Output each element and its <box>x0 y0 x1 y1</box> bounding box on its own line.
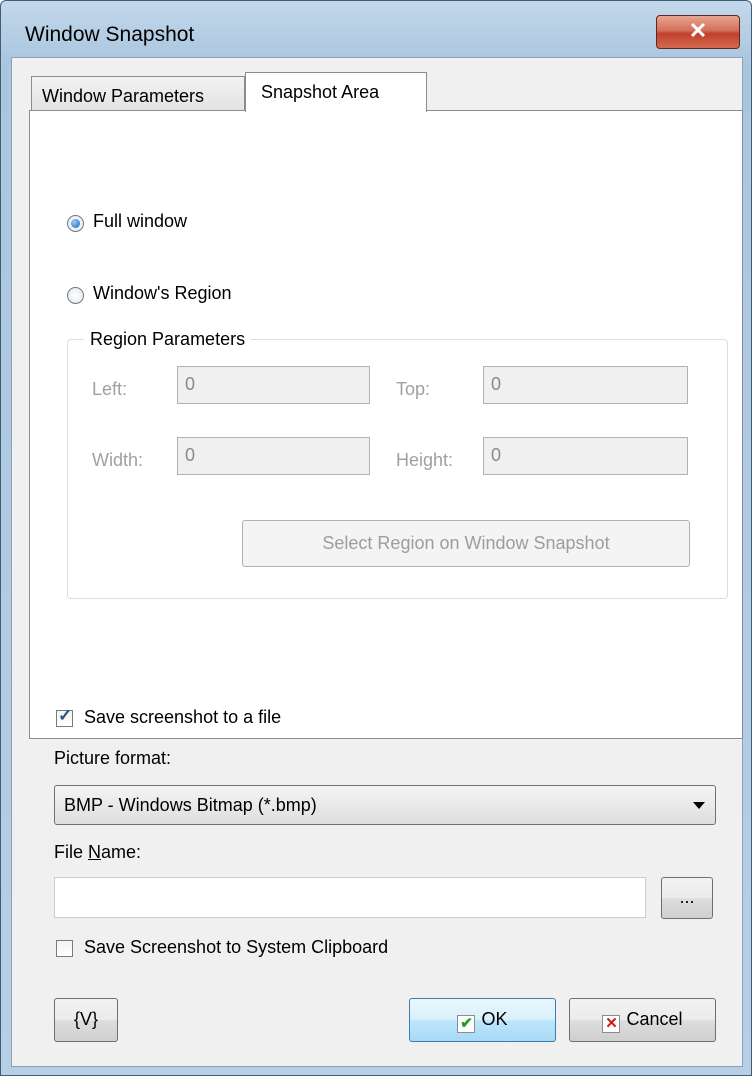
picture-format-label: Picture format: <box>54 748 172 768</box>
height-field[interactable]: 0 <box>483 437 688 475</box>
file-name-input[interactable] <box>54 877 646 918</box>
top-field[interactable]: 0 <box>483 366 688 404</box>
left-label: Left: <box>92 379 128 399</box>
width-field[interactable]: 0 <box>177 437 370 475</box>
select-region-button[interactable]: Select Region on Window Snapshot <box>242 520 690 567</box>
width-label: Width: <box>92 450 144 470</box>
tab-snapshot-area[interactable]: Snapshot Area <box>245 72 427 112</box>
full-window-label[interactable]: Full window <box>93 211 187 232</box>
region-parameters-title: Region Parameters <box>84 329 252 350</box>
cancel-button[interactable]: ✕ Cancel <box>569 998 716 1042</box>
tab-window-parameters[interactable]: Window Parameters <box>31 76 245 110</box>
snapshot-area-panel: Full window Window's Region Region Param… <box>29 110 743 739</box>
cancel-x-icon: ✕ <box>602 1015 621 1033</box>
close-button[interactable]: ✕ <box>656 15 740 49</box>
picture-format-value: BMP - Windows Bitmap (*.bmp) <box>64 795 317 815</box>
ok-label: OK <box>481 1009 508 1029</box>
close-icon: ✕ <box>688 18 708 43</box>
dropdown-arrow-icon <box>693 802 705 809</box>
top-label: Top: <box>396 379 431 399</box>
save-to-file-checkbox[interactable]: ✓ <box>56 706 73 727</box>
height-label: Height: <box>396 450 454 470</box>
save-to-file-label[interactable]: Save screenshot to a file <box>84 707 281 728</box>
left-field[interactable]: 0 <box>177 366 370 404</box>
window-title: Window Snapshot <box>25 23 195 46</box>
cancel-label: Cancel <box>626 1009 683 1029</box>
file-name-label: File Name: <box>54 842 142 862</box>
dialog-window: Window Snapshot ✕ Window Parameters Snap… <box>0 0 752 1076</box>
ok-button[interactable]: ✔ OK <box>409 998 556 1042</box>
window-region-radio[interactable] <box>67 287 84 304</box>
picture-format-select[interactable]: BMP - Windows Bitmap (*.bmp) <box>54 785 716 825</box>
clipboard-checkbox[interactable] <box>56 940 73 957</box>
variables-button[interactable]: {V} <box>54 998 118 1042</box>
checkmark-icon: ✔ <box>457 1015 476 1033</box>
browse-button[interactable]: ... <box>661 877 713 919</box>
clipboard-label[interactable]: Save Screenshot to System Clipboard <box>84 937 388 958</box>
dialog-client-area: Window Parameters Snapshot Area Full win… <box>11 57 743 1067</box>
window-region-label[interactable]: Window's Region <box>93 283 232 304</box>
checkmark-icon: ✓ <box>58 706 73 725</box>
full-window-radio[interactable] <box>67 215 84 232</box>
